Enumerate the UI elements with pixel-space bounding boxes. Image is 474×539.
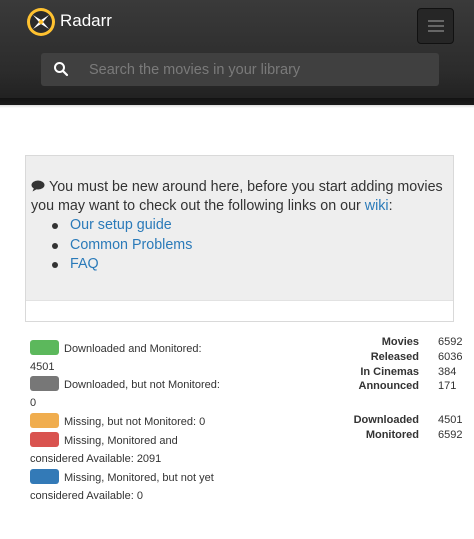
search-box[interactable] bbox=[41, 53, 439, 86]
help-links-list: Our setup guide Common Problems FAQ bbox=[50, 216, 192, 275]
list-item: Common Problems bbox=[50, 236, 192, 256]
stat-value: 6592 bbox=[438, 336, 463, 348]
search-icon bbox=[54, 62, 69, 77]
stat-announced: Announced 171 bbox=[300, 380, 470, 395]
legend-swatch bbox=[30, 432, 59, 447]
stat-movies: Movies 6592 bbox=[300, 336, 470, 351]
common-problems-link[interactable]: Common Problems bbox=[70, 237, 192, 253]
stat-label: In Cinemas bbox=[360, 366, 419, 378]
menu-bar-icon bbox=[428, 20, 444, 22]
stat-in-cinemas: In Cinemas 384 bbox=[300, 366, 470, 381]
app-title[interactable]: Radarr bbox=[60, 11, 112, 31]
hamburger-menu-button[interactable] bbox=[417, 8, 454, 44]
legend-label: Missing, Monitored and bbox=[64, 435, 178, 447]
legend-value: 4501 bbox=[30, 361, 55, 373]
stat-monitored: Monitored 6592 bbox=[300, 429, 470, 444]
stat-value: 384 bbox=[438, 366, 457, 378]
stat-value: 6036 bbox=[438, 351, 463, 363]
stat-label: Monitored bbox=[365, 429, 419, 441]
wiki-link[interactable]: wiki bbox=[365, 198, 389, 214]
legend-item-downloaded-monitored: Downloaded and Monitored: 4501 bbox=[30, 340, 240, 376]
stat-downloaded: Downloaded 4501 bbox=[300, 414, 470, 429]
app-header: Radarr bbox=[0, 0, 474, 105]
legend-swatch bbox=[30, 469, 59, 484]
legend-label-cont: considered Available: 2091 bbox=[30, 453, 162, 465]
legend-item-missing-monitored-available: Missing, Monitored and considered Availa… bbox=[30, 432, 240, 468]
legend-label: Missing, Monitored, but not yet bbox=[64, 472, 214, 484]
list-item: Our setup guide bbox=[50, 216, 192, 236]
legend-label: Downloaded and Monitored: bbox=[64, 343, 202, 355]
stat-label: Downloaded bbox=[353, 414, 419, 426]
legend-item-downloaded-not-monitored: Downloaded, but not Monitored: 0 bbox=[30, 376, 240, 412]
legend-label-cont: considered Available: 0 bbox=[30, 490, 143, 502]
notice-colon: : bbox=[388, 198, 393, 214]
menu-bar-icon bbox=[428, 25, 444, 27]
comment-icon bbox=[31, 180, 45, 192]
stat-value: 6592 bbox=[438, 429, 463, 441]
stat-label: Movies bbox=[381, 336, 419, 348]
notice-footer bbox=[26, 300, 453, 321]
stat-released: Released 6036 bbox=[300, 351, 470, 366]
legend-label: Missing, but not Monitored: 0 bbox=[64, 416, 206, 428]
notice-line-1: You must be new around here, before you … bbox=[49, 179, 443, 195]
notice-text: You must be new around here, before you … bbox=[31, 178, 451, 216]
stat-label: Released bbox=[370, 351, 419, 363]
legend-swatch bbox=[30, 413, 59, 428]
menu-bar-icon bbox=[428, 30, 444, 32]
stat-value: 4501 bbox=[438, 414, 463, 426]
legend-label: Downloaded, but not Monitored: bbox=[64, 379, 220, 391]
legend-swatch bbox=[30, 340, 59, 355]
radarr-logo-icon[interactable] bbox=[26, 7, 56, 37]
setup-guide-link[interactable]: Our setup guide bbox=[70, 217, 172, 233]
list-item: FAQ bbox=[50, 255, 192, 275]
notice-line-2: you may want to check out the following … bbox=[31, 198, 365, 214]
faq-link[interactable]: FAQ bbox=[70, 256, 99, 272]
stat-label: Announced bbox=[358, 380, 420, 392]
legend-value: 0 bbox=[30, 397, 37, 409]
header-shadow bbox=[0, 98, 474, 108]
search-input[interactable] bbox=[89, 59, 429, 81]
stat-value: 171 bbox=[438, 380, 457, 392]
legend-swatch bbox=[30, 376, 59, 391]
legend-item-missing-monitored-not-available: Missing, Monitored, but not yet consider… bbox=[30, 469, 240, 505]
welcome-notice: You must be new around here, before you … bbox=[25, 155, 454, 322]
legend-item-missing-not-monitored: Missing, but not Monitored: 0 bbox=[30, 413, 240, 431]
